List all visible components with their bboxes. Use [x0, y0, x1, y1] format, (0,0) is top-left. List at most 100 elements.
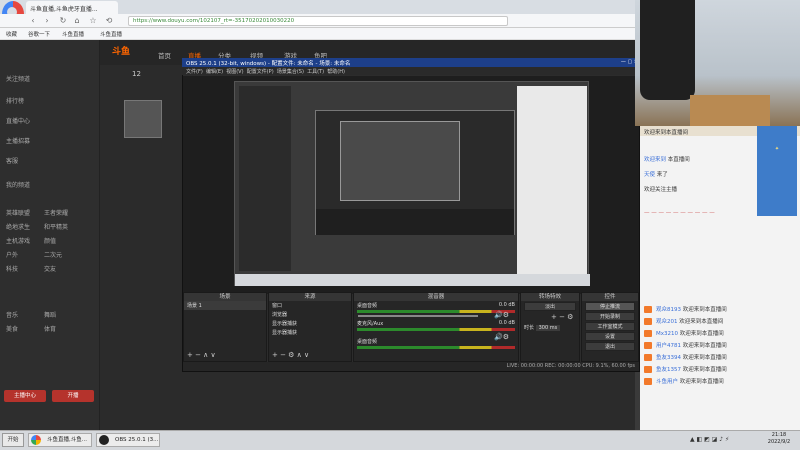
transitions-dock-title: 转场特效: [521, 293, 579, 301]
sidebar-item[interactable]: 美食: [6, 324, 18, 333]
browser-app-icon: [31, 435, 41, 445]
obs-title-bar[interactable]: OBS 25.0.1 (32-bit, windows) - 配置文件: 未命名…: [182, 58, 640, 67]
transitions-dock: 转场特效 淡出 + − ⚙ 时长 300 ms: [520, 292, 580, 362]
chat-user[interactable]: 鱼友3394: [656, 355, 681, 361]
obs-app-icon: [99, 435, 109, 445]
sidebar-item[interactable]: 体育: [44, 324, 56, 333]
refresh-icon[interactable]: ↻: [58, 16, 68, 26]
exit-button[interactable]: 退出: [585, 342, 635, 351]
anchor-avatar[interactable]: [124, 100, 162, 138]
speaker-icon[interactable]: 🔊⚙: [494, 333, 509, 341]
nested-sidebar: [239, 86, 291, 271]
chat-message: 观众8193 欢迎来到本直播间: [656, 305, 794, 313]
sidebar-item[interactable]: 交友: [44, 264, 56, 273]
source-item[interactable]: 显示器捕获: [269, 328, 351, 337]
stop-stream-button[interactable]: 停止推流: [585, 302, 635, 311]
gift-icon: [644, 330, 652, 337]
menu-item[interactable]: 配置文件(P): [247, 69, 274, 75]
chat-user[interactable]: 观众201: [656, 319, 678, 325]
anchor-center-button[interactable]: 主播中心: [4, 390, 46, 402]
volume-meter: [357, 310, 515, 313]
sidebar-item[interactable]: 绝地求生: [6, 222, 30, 231]
sidebar-item[interactable]: 音乐: [6, 310, 18, 319]
browser-tab[interactable]: 斗鱼直播,斗鱼虎牙直播...: [26, 1, 118, 14]
menu-item[interactable]: 帮助(H): [327, 69, 345, 75]
sidebar-item[interactable]: 客服: [6, 156, 18, 165]
taskbar-clock[interactable]: 21:18 2022/9/2: [760, 432, 798, 448]
tab-title: 斗鱼直播,斗鱼虎牙直播...: [30, 6, 98, 13]
speaker-icon[interactable]: 🔊⚙: [494, 311, 509, 319]
history-icon[interactable]: ⟲: [104, 16, 114, 26]
chat-user[interactable]: Mx3210: [656, 331, 678, 337]
menu-item[interactable]: 工具(T): [307, 69, 324, 75]
sidebar-item[interactable]: 英雄联盟: [6, 208, 30, 217]
sidebar-item[interactable]: 我的频道: [6, 180, 30, 189]
sidebar-item[interactable]: 排行榜: [6, 96, 24, 105]
source-item[interactable]: 显示器捕获: [269, 319, 351, 328]
sidebar-item[interactable]: 户外: [6, 250, 18, 259]
transition-add-icon[interactable]: + − ⚙: [551, 313, 573, 321]
back-icon[interactable]: ‹: [28, 16, 38, 26]
chat-user[interactable]: 天使: [644, 172, 655, 178]
sidebar-item[interactable]: 主机游戏: [6, 236, 30, 245]
bookmark-item[interactable]: 谷歌一下: [28, 30, 50, 38]
source-item[interactable]: 窗口: [269, 301, 351, 310]
sidebar-item[interactable]: 舞蹈: [44, 310, 56, 319]
menu-item[interactable]: 场景集合(S): [277, 69, 304, 75]
source-controls-icon[interactable]: + − ⚙ ∧ ∨: [272, 351, 309, 359]
chat-text: 欢迎来到本直播间: [679, 379, 724, 385]
bookmark-item[interactable]: 收藏: [6, 30, 17, 38]
site-logo[interactable]: 斗鱼: [112, 44, 132, 57]
duration-input[interactable]: 300 ms: [535, 325, 561, 331]
bookmark-item[interactable]: 斗鱼直播: [62, 30, 84, 38]
forward-icon[interactable]: ›: [42, 16, 52, 26]
scene-controls-icon[interactable]: + − ∧ ∨: [187, 351, 216, 359]
menu-item[interactable]: 编辑(E): [206, 69, 223, 75]
url-input[interactable]: https://www.douyu.com/102107_rt=-3517020…: [128, 16, 508, 26]
chat-text: 欢迎来到本直播间: [679, 319, 724, 325]
settings-button[interactable]: 设置: [585, 332, 635, 341]
volume-slider[interactable]: [358, 315, 478, 317]
chat-message: 斗鱼用户 欢迎来到本直播间: [656, 377, 794, 385]
sidebar-item[interactable]: 科技: [6, 264, 18, 273]
controls-dock-title: 控件: [582, 293, 638, 301]
chat-user[interactable]: 鱼友1357: [656, 367, 681, 373]
scene-item[interactable]: 场景 1: [184, 301, 266, 310]
sidebar-item[interactable]: 关注频道: [6, 74, 30, 83]
gift-icon: [644, 306, 652, 313]
chat-notice: — — — — — — — — — —: [644, 210, 715, 216]
sidebar-item[interactable]: 和平精英: [44, 222, 68, 231]
home-icon[interactable]: ⌂: [72, 16, 82, 26]
sidebar-item[interactable]: 二次元: [44, 250, 62, 259]
source-item[interactable]: 浏览器: [269, 310, 351, 319]
sidebar-item[interactable]: 颜值: [44, 236, 56, 245]
chat-message: Mx3210 欢迎来到本直播间: [656, 329, 794, 337]
mixer-track-name: 麦克风/Aux: [357, 321, 384, 327]
scenes-dock: 场景 场景 1 + − ∧ ∨: [183, 292, 267, 362]
chat-user[interactable]: 观众8193: [656, 307, 681, 313]
chat-user[interactable]: 欢迎来到: [644, 157, 666, 163]
nested-obs-docks: [316, 209, 514, 235]
clock-time: 21:18: [771, 432, 787, 438]
transition-select[interactable]: 淡出: [524, 302, 576, 311]
chat-user[interactable]: 用户4781: [656, 343, 681, 349]
tray-icons[interactable]: ▲ ◧ ◩ ◪ ♪ ⚡: [690, 436, 729, 443]
chat-user[interactable]: 斗鱼用户: [656, 379, 678, 385]
studio-mode-button[interactable]: 工作室模式: [585, 322, 635, 331]
sources-dock: 来源 窗口 浏览器 显示器捕获 显示器捕获 + − ⚙ ∧ ∨: [268, 292, 352, 362]
go-live-button[interactable]: 开播: [52, 390, 94, 402]
chat-message: 欢迎来到 本直播间: [644, 155, 794, 163]
sidebar-item[interactable]: 直播中心: [6, 116, 30, 125]
sidebar-item[interactable]: 王者荣耀: [44, 208, 68, 217]
bookmark-item[interactable]: 斗鱼直播: [100, 30, 122, 38]
nested-obs-inner: [340, 121, 460, 201]
menu-item[interactable]: 文件(F): [186, 69, 203, 75]
menu-item[interactable]: 视图(V): [226, 69, 243, 75]
chat-message: 鱼友1357 欢迎来到本直播间: [656, 365, 794, 373]
start-button[interactable]: 开始: [2, 433, 24, 447]
favorite-icon[interactable]: ☆: [88, 16, 98, 26]
sidebar-item[interactable]: 主播招募: [6, 136, 30, 145]
nav-item[interactable]: 首页: [158, 50, 171, 60]
start-recording-button[interactable]: 开始录制: [585, 312, 635, 321]
chat-text: 本直播间: [667, 157, 690, 163]
